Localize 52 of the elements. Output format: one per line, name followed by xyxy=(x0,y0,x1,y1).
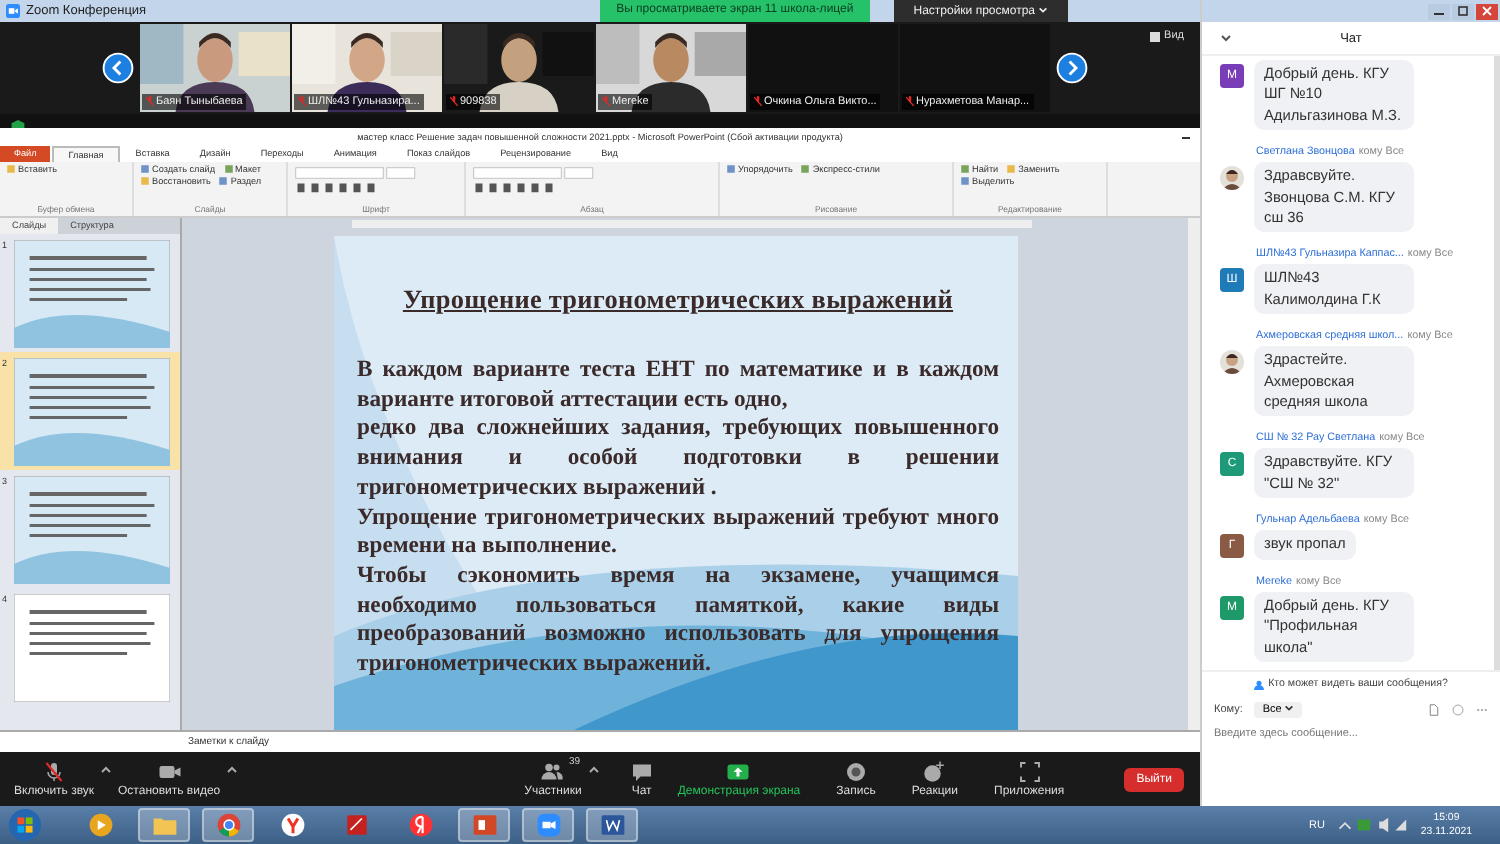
caret-icon xyxy=(1284,704,1295,712)
collapse-icon[interactable] xyxy=(1220,34,1232,42)
slide-thumbnail[interactable] xyxy=(14,594,170,702)
taskbar-button[interactable] xyxy=(522,808,574,842)
slide-thumbnail[interactable] xyxy=(14,476,170,584)
start-icon[interactable] xyxy=(8,808,42,842)
close-icon[interactable] xyxy=(1476,3,1498,19)
app-icon xyxy=(215,812,241,838)
caret-icon[interactable] xyxy=(100,765,113,773)
tray-icons-drawing xyxy=(1336,816,1409,834)
command-icon xyxy=(726,164,736,174)
slide-thumbnail[interactable] xyxy=(14,240,170,348)
app-icon xyxy=(87,812,113,838)
taskbar-button[interactable] xyxy=(458,808,510,842)
muted-microphone-icon xyxy=(602,96,610,106)
slide-thumbnail[interactable] xyxy=(14,358,170,466)
slide-title: Упрощение тригонометрических выражений xyxy=(400,284,956,316)
person-icon xyxy=(1254,679,1265,689)
app-icon xyxy=(599,812,625,838)
app-icon xyxy=(471,812,497,838)
slide-paragraph: редко два сложнейших задания, требующих повышенного внимания и особой подготовки в решении тригонометрических выражений . xyxy=(357,414,999,504)
app-icon xyxy=(279,812,305,838)
minimize-icon[interactable] xyxy=(1428,3,1450,19)
command-icon xyxy=(1006,164,1017,174)
app-icon xyxy=(343,812,369,838)
muted-microphone-icon xyxy=(754,96,762,106)
muted-microphone-icon xyxy=(146,96,154,106)
camera-icon xyxy=(157,760,182,784)
muted-microphone-icon xyxy=(450,96,458,106)
slide-paragraph: Чтобы сэкономить время на экзамене, учащимся необходимо пользоваться памяткой, какие виды преобразований возможно использовать для упрощения тригонометрических выражений. xyxy=(357,561,999,680)
caret-icon[interactable] xyxy=(226,765,239,773)
taskbar-button[interactable] xyxy=(202,808,254,842)
caret-icon xyxy=(1038,5,1049,13)
slide-paragraph: Упрощение тригонометрических выражений требуют много времени на выполнение. xyxy=(357,503,999,562)
muted-microphone-icon xyxy=(906,96,914,106)
command-icon xyxy=(6,164,16,174)
people-icon xyxy=(540,760,565,784)
apps-icon xyxy=(1017,760,1042,784)
share-screen-icon xyxy=(726,760,751,784)
chat-icon xyxy=(629,760,654,784)
taskbar-button[interactable] xyxy=(586,808,638,842)
command-icon xyxy=(800,164,811,174)
previous-icon[interactable] xyxy=(102,51,134,83)
app-icon xyxy=(535,812,561,838)
next-icon[interactable] xyxy=(1056,51,1088,83)
file-icon[interactable] xyxy=(1428,704,1440,716)
record-icon xyxy=(843,760,868,784)
muted-microphone-icon xyxy=(298,96,306,106)
app-icon xyxy=(407,812,433,838)
zoom-logo-icon xyxy=(6,4,20,18)
caret-icon[interactable] xyxy=(587,765,600,773)
maximize-icon[interactable] xyxy=(1452,3,1474,19)
